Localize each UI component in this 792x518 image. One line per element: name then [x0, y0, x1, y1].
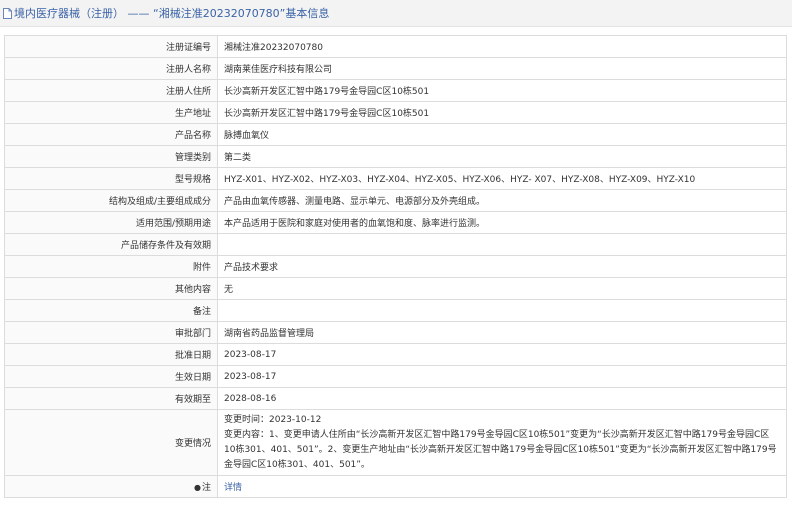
details-link[interactable]: 详情	[224, 483, 242, 493]
row-value	[217, 299, 787, 322]
table-row: 备注	[4, 299, 787, 322]
note-label: 注	[201, 483, 211, 493]
note-row: ●注 详情	[4, 475, 787, 498]
note-value-cell: 详情	[217, 475, 787, 498]
bullet-icon: ●	[194, 483, 201, 492]
row-label: 管理类别	[4, 145, 218, 168]
row-value: 2023-08-17	[217, 365, 787, 388]
row-label: 型号规格	[4, 167, 218, 190]
row-label: 生产地址	[4, 101, 218, 124]
row-value: 本产品适用于医院和家庭对使用者的血氧饱和度、脉率进行监测。	[217, 211, 787, 234]
row-label: 其他内容	[4, 277, 218, 300]
change-content: 变更内容：1、变更申请人住所由“长沙高新开发区汇智中路179号金导园C区10栋5…	[224, 429, 777, 470]
table-row: 生产地址 长沙高新开发区汇智中路179号金导园C区10栋501	[4, 101, 787, 124]
row-value: 无	[217, 277, 787, 300]
info-table-body: 注册证编号 湘械注准20232070780 注册人名称 湖南莱佳医疗科技有限公司 注…	[4, 35, 787, 498]
row-value: 产品技术要求	[217, 255, 787, 278]
table-row: 注册人住所 长沙高新开发区汇智中路179号金导园C区10栋501	[4, 79, 787, 102]
row-value: 长沙高新开发区汇智中路179号金导园C区10栋501	[217, 101, 787, 124]
record-title: “湘械注准20232070780”基本信息	[153, 7, 330, 20]
table-row: 产品名称 脉搏血氧仪	[4, 123, 787, 146]
row-value: 2028-08-16	[217, 387, 787, 410]
row-value: 长沙高新开发区汇智中路179号金导园C区10栋501	[217, 79, 787, 102]
table-row: 生效日期 2023-08-17	[4, 365, 787, 388]
table-row: 其他内容无	[4, 277, 787, 300]
breadcrumb[interactable]: 境内医疗器械（注册）	[14, 7, 124, 20]
note-label-cell: ●注	[4, 475, 218, 498]
row-label: 适用范围/预期用途	[4, 211, 218, 234]
row-value: 湖南莱佳医疗科技有限公司	[217, 57, 787, 80]
table-row: 有效期至 2028-08-16	[4, 387, 787, 410]
change-row: 变更情况 变更时间：2023-10-12 变更内容：1、变更申请人住所由“长沙高…	[4, 409, 787, 476]
table-row: 适用范围/预期用途 本产品适用于医院和家庭对使用者的血氧饱和度、脉率进行监测。	[4, 211, 787, 234]
change-label: 变更情况	[4, 409, 218, 476]
change-details: 变更时间：2023-10-12 变更内容：1、变更申请人住所由“长沙高新开发区汇…	[217, 409, 787, 476]
table-row: 型号规格 HYZ-X01、HYZ-X02、HYZ-X03、HYZ-X04、HYZ-…	[4, 167, 787, 190]
table-row: 批准日期 2023-08-17	[4, 343, 787, 366]
row-label: 审批部门	[4, 321, 218, 344]
row-label: 注册证编号	[4, 35, 218, 58]
table-row: 产品储存条件及有效期	[4, 233, 787, 256]
row-label: 附件	[4, 255, 218, 278]
row-label: 批准日期	[4, 343, 218, 366]
row-value	[217, 233, 787, 256]
table-row: 结构及组成/主要组成成分 产品由血氧传感器、测量电路、显示单元、电源部分及外壳组成…	[4, 189, 787, 212]
row-label: 产品名称	[4, 123, 218, 146]
row-label: 注册人住所	[4, 79, 218, 102]
row-value: 湘械注准20232070780	[217, 35, 787, 58]
document-icon	[3, 7, 12, 19]
row-value: HYZ-X01、HYZ-X02、HYZ-X03、HYZ-X04、HYZ-X05、…	[217, 167, 787, 190]
row-value: 湖南省药品监督管理局	[217, 321, 787, 344]
page-header: 境内医疗器械（注册） —— “湘械注准20232070780”基本信息	[0, 0, 792, 27]
breadcrumb-separator: ——	[127, 7, 150, 20]
row-label: 生效日期	[4, 365, 218, 388]
table-row: 审批部门 湖南省药品监督管理局	[4, 321, 787, 344]
row-value: 2023-08-17	[217, 343, 787, 366]
table-row: 附件 产品技术要求	[4, 255, 787, 278]
table-row: 管理类别 第二类	[4, 145, 787, 168]
row-label: 注册人名称	[4, 57, 218, 80]
table-row: 注册证编号 湘械注准20232070780	[4, 35, 787, 58]
row-value: 脉搏血氧仪	[217, 123, 787, 146]
change-time: 变更时间：2023-10-12	[224, 414, 322, 425]
table-row: 注册人名称 湖南莱佳医疗科技有限公司	[4, 57, 787, 80]
page-title: 境内医疗器械（注册） —— “湘械注准20232070780”基本信息	[14, 5, 329, 21]
row-value: 第二类	[217, 145, 787, 168]
row-label: 产品储存条件及有效期	[4, 233, 218, 256]
row-label: 备注	[4, 299, 218, 322]
row-label: 有效期至	[4, 387, 218, 410]
info-table: 注册证编号 湘械注准20232070780 注册人名称 湖南莱佳医疗科技有限公司 注…	[4, 35, 787, 498]
row-value: 产品由血氧传感器、测量电路、显示单元、电源部分及外壳组成。	[217, 189, 787, 212]
row-label: 结构及组成/主要组成成分	[4, 189, 218, 212]
